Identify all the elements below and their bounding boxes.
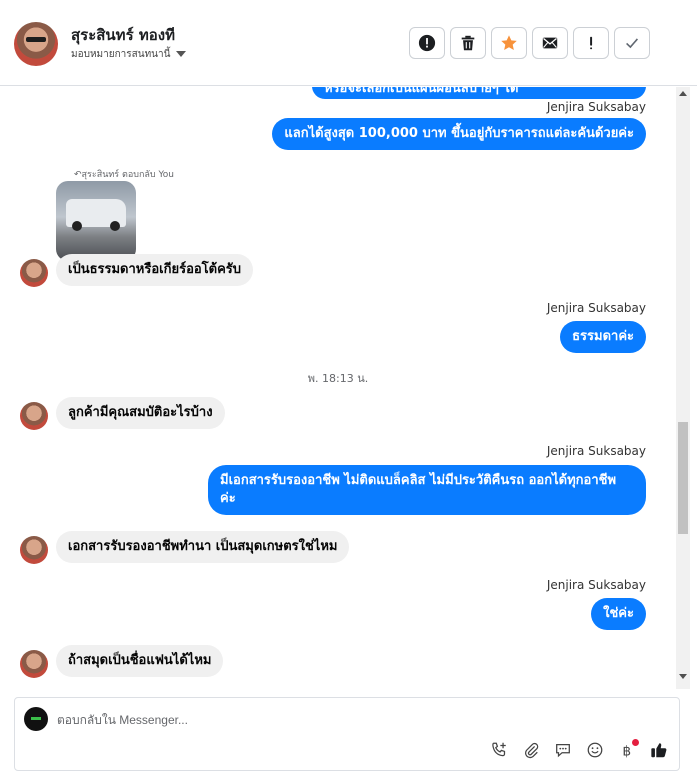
conversation-header: สุระสินทร์ ทองที มอบหมายการสนทนานี้ bbox=[0, 0, 697, 86]
emoji-icon[interactable] bbox=[585, 740, 605, 760]
outgoing-message[interactable]: แลกได้สูงสุด 100,000 บาท ขึ้นอยู่กับราคา… bbox=[272, 118, 646, 150]
sender-name: Jenjira Suksabay bbox=[546, 578, 646, 592]
contact-avatar[interactable] bbox=[14, 22, 58, 66]
sender-name: Jenjira Suksabay bbox=[546, 444, 646, 458]
scrollbar-thumb[interactable] bbox=[678, 422, 688, 534]
reply-input[interactable] bbox=[55, 708, 559, 732]
saved-reply-icon[interactable] bbox=[553, 740, 573, 760]
incoming-message[interactable]: ลูกค้ามีคุณสมบัติอะไรบ้าง bbox=[56, 397, 225, 429]
incoming-message[interactable]: เอกสารรับรองอาชีพทำนา เป็นสมุดเกษตรใช่ไห… bbox=[56, 531, 350, 563]
delete-button[interactable] bbox=[450, 27, 486, 59]
star-button[interactable] bbox=[491, 27, 527, 59]
svg-text:฿: ฿ bbox=[623, 743, 632, 759]
trash-icon bbox=[461, 35, 475, 51]
checkmark-icon bbox=[626, 38, 639, 49]
sender-name: Jenjira Suksabay bbox=[546, 301, 646, 315]
timestamp-divider: พ. 18:13 น. bbox=[307, 372, 369, 385]
exclamation-icon bbox=[590, 36, 593, 50]
contact-avatar-small bbox=[20, 259, 48, 287]
sender-name: Jenjira Suksabay bbox=[546, 100, 646, 114]
incoming-message[interactable]: ถ้าสมุดเป็นชื่อแฟนได้ไหม bbox=[56, 645, 224, 677]
incoming-message[interactable]: เป็นธรรมดาหรือเกียร์ออโต้ครับ bbox=[56, 254, 254, 286]
outgoing-message[interactable]: ใช่ค่ะ bbox=[591, 598, 646, 630]
follow-up-button[interactable] bbox=[573, 27, 609, 59]
thread-scrollbar[interactable] bbox=[676, 87, 690, 689]
message-thread: หรือจะเลือกเป็นแผนผ่อนสบายๆ ได้ Jenjira … bbox=[0, 87, 676, 689]
truck-image bbox=[66, 199, 126, 231]
contact-name[interactable]: สุระสินทร์ ทองที bbox=[71, 23, 175, 47]
composer-actions: ฿ bbox=[489, 739, 669, 760]
star-icon bbox=[501, 35, 517, 51]
reply-icon: ↶ bbox=[74, 170, 82, 180]
reply-context-label: ↶สุระสินทร์ ตอบกลับ You bbox=[74, 170, 174, 180]
notification-dot bbox=[632, 739, 639, 746]
message-composer: ฿ bbox=[14, 697, 680, 771]
contact-avatar-small bbox=[20, 402, 48, 430]
assign-label: มอบหมายการสนทนานี้ bbox=[71, 49, 171, 60]
alert-circle-icon bbox=[418, 34, 436, 52]
report-button[interactable] bbox=[409, 27, 445, 59]
thumbs-up-icon[interactable] bbox=[649, 740, 669, 760]
contact-avatar-small bbox=[20, 536, 48, 564]
contact-avatar-small bbox=[20, 650, 48, 678]
caret-down-icon bbox=[176, 51, 187, 57]
baht-payment-icon[interactable]: ฿ bbox=[617, 739, 639, 760]
outgoing-message[interactable]: มีเอกสารรับรองอาชีพ ไม่ติดแบล็คลิส ไม่มี… bbox=[208, 465, 646, 515]
assign-conversation-dropdown[interactable]: มอบหมายการสนทนานี้ bbox=[71, 47, 187, 62]
page-avatar bbox=[24, 707, 48, 731]
conversation-toolbar bbox=[409, 27, 650, 59]
envelope-icon bbox=[542, 37, 558, 49]
scroll-up-arrow-icon[interactable] bbox=[679, 91, 687, 96]
phone-add-icon[interactable] bbox=[489, 740, 509, 760]
mark-unread-button[interactable] bbox=[532, 27, 568, 59]
outgoing-message-partial[interactable]: หรือจะเลือกเป็นแผนผ่อนสบายๆ ได้ bbox=[312, 87, 646, 99]
message-line: มีเอกสารรับรองอาชีพ ไม่ติดแบล็คลิส ไม่มี… bbox=[220, 473, 617, 488]
attachment-icon[interactable] bbox=[521, 740, 541, 760]
outgoing-message[interactable]: ธรรมดาค่ะ bbox=[560, 321, 646, 353]
replied-image-preview[interactable] bbox=[56, 181, 136, 261]
done-button[interactable] bbox=[614, 27, 650, 59]
scroll-down-arrow-icon[interactable] bbox=[679, 674, 687, 679]
message-line: ค่ะ bbox=[220, 491, 236, 506]
